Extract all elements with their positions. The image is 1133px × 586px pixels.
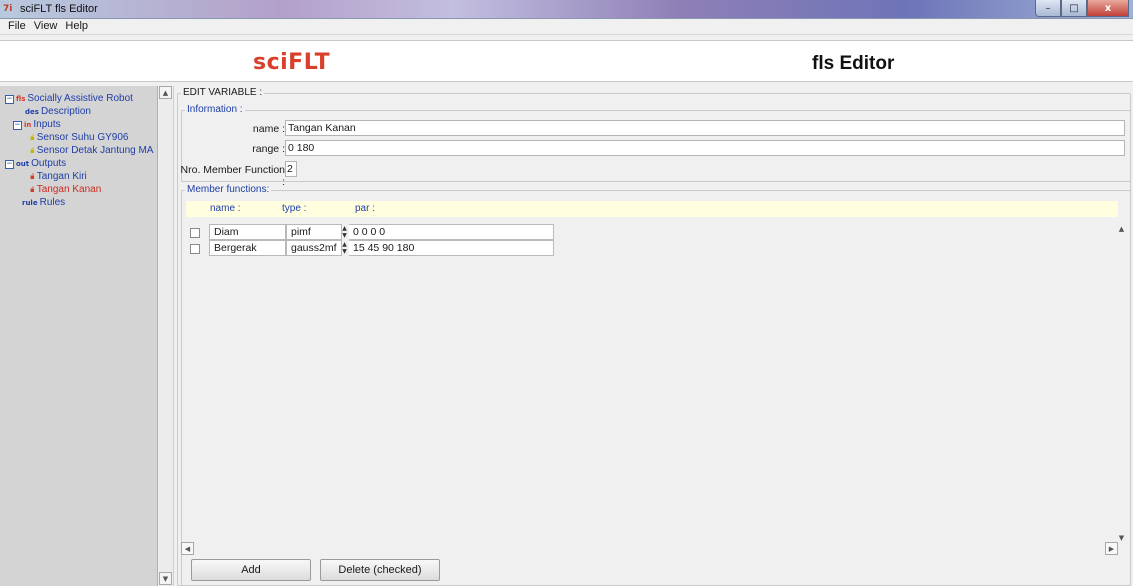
- app-icon: 7i: [3, 4, 13, 14]
- tree-label: Socially Assistive Robot: [27, 93, 133, 104]
- tree-node-inputs[interactable]: − in Inputs: [13, 119, 61, 131]
- mf-type-cell[interactable]: gauss2mf: [286, 240, 342, 256]
- scroll-left-icon[interactable]: ◀: [181, 542, 194, 555]
- collapse-icon[interactable]: −: [5, 159, 14, 169]
- collapse-icon[interactable]: −: [5, 94, 14, 104]
- scroll-down-icon[interactable]: ▼: [159, 572, 172, 585]
- column-type: type :: [282, 203, 307, 214]
- edit-variable-label: EDIT VARIABLE :: [181, 87, 265, 98]
- editor-title: fls Editor: [812, 53, 895, 74]
- tree-label: Sensor Detak Jantung MA: [36, 145, 154, 156]
- add-button[interactable]: Add: [191, 559, 311, 581]
- collapse-icon[interactable]: −: [13, 120, 22, 130]
- tree-node-rules[interactable]: rule Rules: [22, 197, 65, 209]
- range-label: range :: [252, 143, 285, 155]
- name-field[interactable]: Tangan Kanan: [285, 120, 1125, 136]
- tree-label: Inputs: [33, 119, 61, 130]
- tree-label: Tangan Kiri: [36, 171, 87, 182]
- tree-label: Tangan Kanan: [36, 184, 102, 195]
- range-field[interactable]: 0 180: [285, 140, 1125, 156]
- tree-scrollbar[interactable]: ▲ ▼: [159, 86, 174, 586]
- delete-checked-button[interactable]: Delete (checked): [320, 559, 440, 581]
- tree-node-output-item-selected[interactable]: ▪̈ Tangan Kanan: [30, 184, 101, 196]
- tree-label: Rules: [39, 197, 66, 208]
- tree-node-output-item[interactable]: ▪̈ Tangan Kiri: [30, 171, 87, 183]
- outputs-icon: out: [16, 160, 30, 168]
- menu-file[interactable]: File: [4, 19, 30, 34]
- menu-view[interactable]: View: [30, 19, 62, 34]
- tree-node-input-item[interactable]: ▪̈ Sensor Suhu GY906: [30, 132, 128, 144]
- brand-logo: sciFLT: [253, 50, 331, 75]
- information-label: Information :: [185, 104, 245, 115]
- scroll-up-icon[interactable]: ▲: [159, 86, 172, 99]
- rules-icon: rule: [22, 199, 38, 207]
- tree-node-outputs[interactable]: − out Outputs: [5, 158, 66, 170]
- menu-bar: File View Help: [0, 19, 1133, 35]
- row-checkbox[interactable]: [190, 228, 200, 238]
- scroll-up-icon[interactable]: ▲: [1115, 222, 1128, 235]
- row-checkbox[interactable]: [190, 244, 200, 254]
- menu-help[interactable]: Help: [61, 19, 92, 34]
- variable-icon: ▪̈: [30, 134, 35, 142]
- column-name: name :: [210, 203, 241, 214]
- header-banner: sciFLT fls Editor: [0, 40, 1133, 82]
- spin-icon[interactable]: ▲ ▼: [341, 225, 348, 239]
- member-function-count-field[interactable]: 2: [285, 161, 297, 177]
- scroll-right-icon[interactable]: ▶: [1105, 542, 1118, 555]
- member-functions-header: name : type : par :: [186, 201, 1118, 217]
- name-label: name :: [252, 123, 285, 135]
- column-par: par :: [355, 203, 376, 214]
- fls-icon: fls: [16, 95, 26, 103]
- tree-node-description[interactable]: des Description: [25, 106, 91, 118]
- description-icon: des: [25, 108, 39, 116]
- tree-panel: − fls Socially Assistive Robot des Descr…: [0, 86, 158, 586]
- window-title-bar: 7i sciFLT fls Editor – □ x: [0, 0, 1133, 19]
- spin-icon[interactable]: ▲ ▼: [341, 241, 348, 255]
- tree-label: Sensor Suhu GY906: [36, 132, 129, 143]
- window-title: sciFLT fls Editor: [20, 3, 98, 15]
- mf-type-cell[interactable]: pimf: [286, 224, 342, 240]
- editor-panel: EDIT VARIABLE : Information : name : Tan…: [175, 86, 1133, 586]
- mf-name-cell[interactable]: Diam: [209, 224, 286, 240]
- variable-icon: ▪̈: [30, 147, 35, 155]
- tree-label: Outputs: [31, 158, 67, 169]
- mf-name-cell[interactable]: Bergerak: [209, 240, 286, 256]
- window-controls: – □ x: [1035, 0, 1129, 18]
- tree-node-root[interactable]: − fls Socially Assistive Robot: [5, 93, 133, 105]
- mf-par-cell[interactable]: 0 0 0 0: [349, 224, 554, 240]
- minimize-button[interactable]: –: [1035, 0, 1061, 17]
- tree-node-input-item[interactable]: ▪̈ Sensor Detak Jantung MA: [30, 145, 153, 157]
- tree-label: Description: [40, 106, 91, 117]
- close-button[interactable]: x: [1087, 0, 1129, 17]
- inputs-icon: in: [24, 121, 32, 129]
- member-functions-label: Member functions:: [185, 184, 272, 195]
- mf-par-cell[interactable]: 15 45 90 180: [349, 240, 554, 256]
- variable-icon: ▪̈: [30, 186, 35, 194]
- maximize-button[interactable]: □: [1061, 0, 1087, 17]
- variable-icon: ▪̈: [30, 173, 35, 181]
